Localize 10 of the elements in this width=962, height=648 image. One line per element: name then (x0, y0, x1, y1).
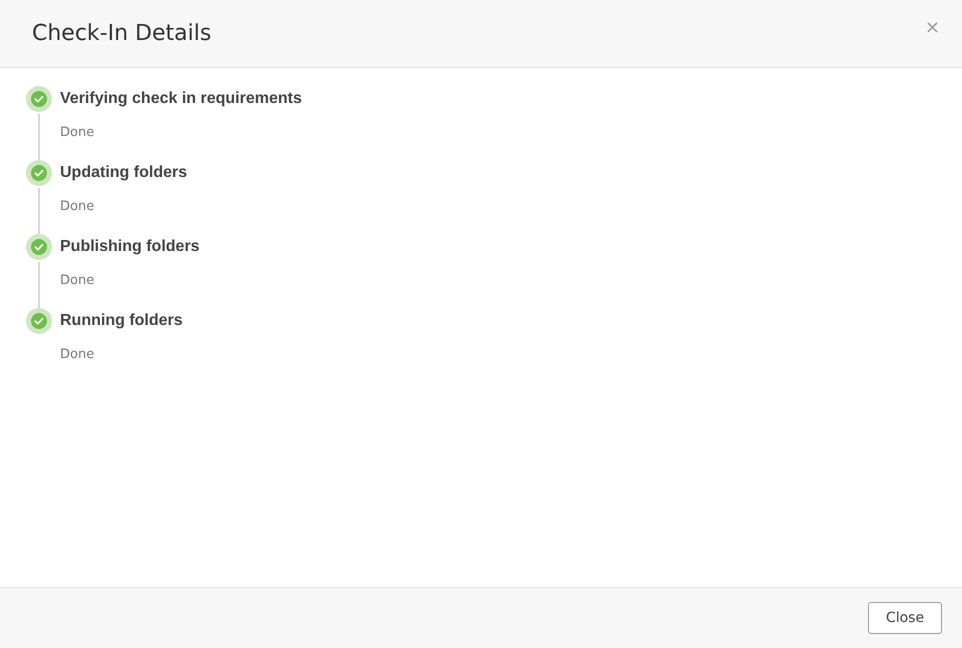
step-status: Done (60, 347, 96, 363)
dialog-title: Check-In Details (32, 21, 212, 46)
step-status: Done (60, 125, 96, 141)
close-button[interactable]: Close (868, 602, 942, 634)
step-title: Verifying check in requirements (60, 89, 303, 109)
step-status: Done (60, 199, 96, 215)
step-status: Done (60, 273, 96, 289)
step-title: Running folders (60, 311, 184, 331)
step-title: Publishing folders (60, 237, 201, 257)
step-title: Updating folders (60, 163, 188, 183)
